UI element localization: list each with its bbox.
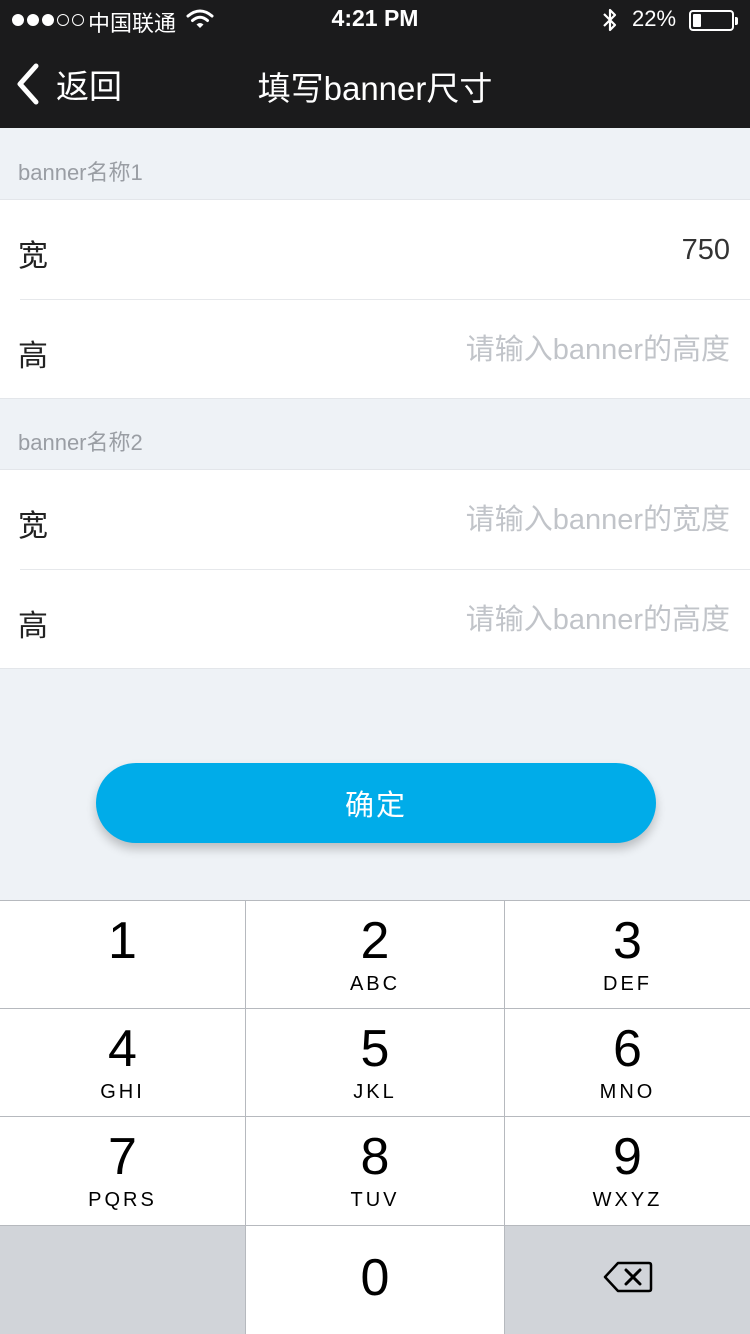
height-input-1[interactable] <box>310 322 730 378</box>
field-row-width-1: 宽 <box>0 200 750 300</box>
section-card-1: 宽 高 <box>0 199 750 399</box>
key-7[interactable]: 7 PQRS <box>0 1117 245 1225</box>
key-4[interactable]: 4 GHI <box>0 1009 245 1116</box>
key-number: 4 <box>108 1020 137 1078</box>
backspace-icon <box>603 1261 652 1293</box>
key-8[interactable]: 8 TUV <box>246 1117 504 1225</box>
key-blank <box>0 1226 245 1334</box>
key-letters: MNO <box>599 1081 656 1103</box>
key-1[interactable]: 1 <box>0 901 245 1008</box>
key-number: 3 <box>613 912 642 970</box>
app-header: 中国联通 4:21 PM 22% 返回 填写banner尺寸 <box>0 0 750 128</box>
field-label: 宽 <box>18 240 48 273</box>
field-row-height-2: 高 <box>0 570 750 670</box>
key-letters: DEF <box>603 973 652 995</box>
section-label-2: banner名称2 <box>18 430 143 455</box>
section-card-2: 宽 高 <box>0 469 750 669</box>
key-letters: ABC <box>349 973 401 995</box>
key-number: 0 <box>360 1249 390 1307</box>
section-label-1: banner名称1 <box>18 160 143 185</box>
key-letters: GHI <box>100 1081 145 1103</box>
key-5[interactable]: 5 JKL <box>246 1009 504 1116</box>
field-row-width-2: 宽 <box>0 470 750 570</box>
key-letters: JKL <box>353 1081 397 1103</box>
field-row-height-1: 高 <box>0 300 750 400</box>
field-label: 高 <box>18 610 48 643</box>
field-label: 高 <box>18 340 48 373</box>
numeric-keypad: 1 2 ABC 3 DEF 4 GHI 5 JKL 6 MNO 7 PQRS 8… <box>0 900 750 1334</box>
key-0[interactable]: 0 <box>246 1226 504 1334</box>
key-number: 1 <box>108 912 137 970</box>
bluetooth-icon <box>603 8 617 32</box>
key-letters: TUV <box>350 1189 400 1211</box>
confirm-button[interactable]: 确定 <box>96 763 656 843</box>
key-letters: WXYZ <box>592 1189 663 1211</box>
page-title: 填写banner尺寸 <box>257 70 493 107</box>
key-3[interactable]: 3 DEF <box>505 901 750 1008</box>
key-number: 9 <box>613 1128 642 1186</box>
key-number: 7 <box>108 1128 137 1186</box>
width-input-2[interactable] <box>310 492 730 548</box>
key-9[interactable]: 9 WXYZ <box>505 1117 750 1225</box>
key-number: 6 <box>613 1020 642 1078</box>
field-label: 宽 <box>18 510 48 543</box>
status-bar: 中国联通 4:21 PM 22% <box>0 0 750 40</box>
key-letters: PQRS <box>88 1189 157 1211</box>
key-number: 8 <box>360 1128 390 1186</box>
key-6[interactable]: 6 MNO <box>505 1009 750 1116</box>
navigation-bar: 返回 填写banner尺寸 <box>0 40 750 128</box>
height-input-2[interactable] <box>310 592 730 648</box>
width-input-1[interactable] <box>310 222 730 278</box>
key-number: 2 <box>360 912 390 970</box>
delete-key[interactable] <box>505 1226 750 1334</box>
key-2[interactable]: 2 ABC <box>246 901 504 1008</box>
battery-percent: 22% <box>632 6 677 31</box>
battery-icon <box>689 10 738 31</box>
key-number: 5 <box>360 1020 390 1078</box>
